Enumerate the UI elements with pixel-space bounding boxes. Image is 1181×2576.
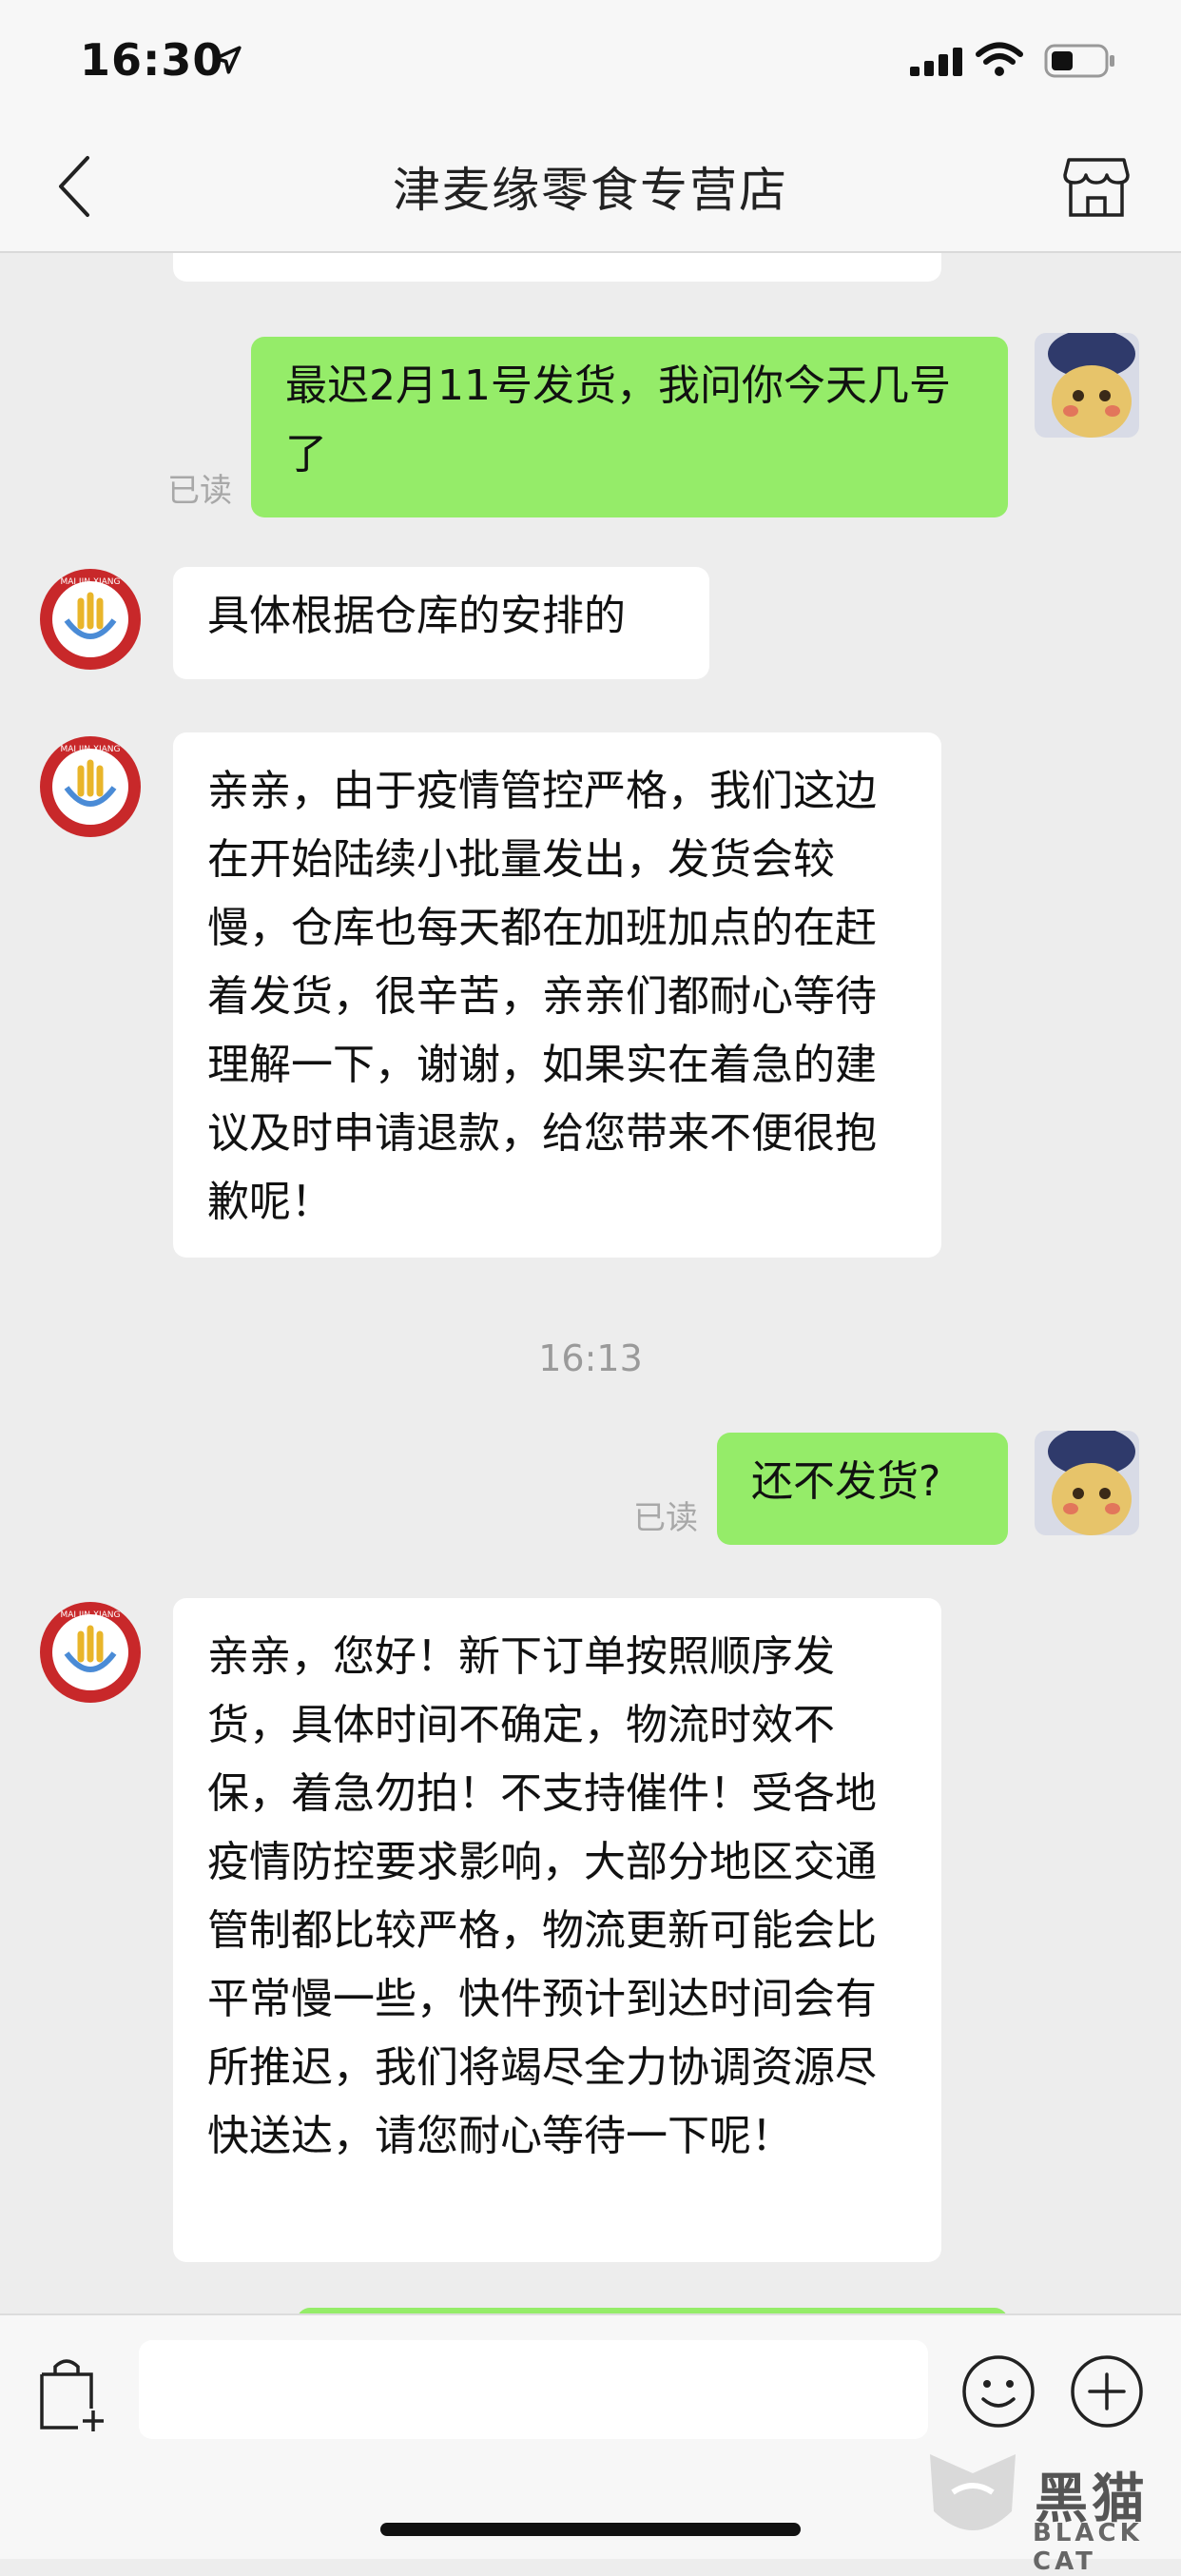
page-title: 津麦缘零食专营店 <box>393 163 788 218</box>
message-text: 亲亲，由于疫情管控严格，我们这边在开始陆续小批量发出，发货会较慢，仓库也每天都在… <box>207 767 877 1226</box>
read-status: 已读 <box>167 472 232 510</box>
timestamp: 16:13 <box>538 1337 643 1379</box>
read-status: 已读 <box>633 1499 698 1537</box>
user-avatar-image <box>1035 1431 1139 1535</box>
shop-avatar[interactable]: MAI JIN XIANG <box>38 734 143 839</box>
signal-icon <box>910 48 962 76</box>
message-bubble-incoming[interactable]: 具体根据仓库的安排的 <box>173 567 709 679</box>
shop-logo-icon: MAI JIN XIANG <box>40 569 141 670</box>
message-bubble-incoming[interactable]: 亲亲，您好！新下订单按照顺序发货，具体时间不确定，物流时效不保，着急勿拍！不支持… <box>173 1598 941 2262</box>
shop-logo-text: MAI JIN XIANG <box>60 1610 120 1620</box>
message-text: 还不发货? <box>751 1457 941 1506</box>
top-bar: 16:30 津麦缘零食专营店 <box>0 0 1181 253</box>
emoji-icon[interactable] <box>960 2353 1036 2430</box>
message-text: 具体根据仓库的安排的 <box>207 592 626 640</box>
user-avatar[interactable] <box>1035 333 1139 438</box>
user-avatar[interactable] <box>1035 1431 1139 1535</box>
shop-avatar[interactable]: MAI JIN XIANG <box>38 1600 143 1705</box>
watermark-subtext: BLACK CAT <box>1033 2519 1143 2576</box>
plus-circle-icon[interactable] <box>1069 2353 1145 2430</box>
storefront-icon[interactable] <box>1063 156 1130 219</box>
user-avatar-image <box>1035 333 1139 438</box>
black-cat-logo-icon <box>930 2454 1016 2530</box>
shopping-bag-plus-icon[interactable] <box>34 2353 110 2433</box>
message-bubble-incoming[interactable]: 亲亲，由于疫情管控严格，我们这边在开始陆续小批量发出，发货会较慢，仓库也每天都在… <box>173 732 941 1258</box>
shop-logo-icon: MAI JIN XIANG <box>40 1602 141 1703</box>
message-bubble-partial <box>173 253 941 282</box>
message-bubble-outgoing[interactable]: 还不发货? <box>717 1433 1008 1545</box>
message-input[interactable] <box>139 2340 928 2439</box>
message-text: 最迟2月11号发货，我问你今天几号了 <box>285 361 951 478</box>
shop-avatar[interactable]: MAI JIN XIANG <box>38 567 143 672</box>
message-text: 亲亲，您好！新下订单按照顺序发货，具体时间不确定，物流时效不保，着急勿拍！不支持… <box>207 1632 877 2160</box>
shop-logo-text: MAI JIN XIANG <box>60 577 120 587</box>
shop-logo-icon: MAI JIN XIANG <box>40 736 141 837</box>
home-indicator[interactable] <box>380 2523 801 2536</box>
status-time: 16:30 <box>80 34 224 86</box>
shop-logo-text: MAI JIN XIANG <box>60 745 120 754</box>
message-bubble-outgoing[interactable]: 最迟2月11号发货，我问你今天几号了 <box>251 337 1008 517</box>
battery-icon <box>1044 44 1114 78</box>
wifi-icon <box>976 42 1023 76</box>
location-arrow-icon <box>213 46 242 74</box>
chat-area[interactable]: 最迟2月11号发货，我问你今天几号了 已读 MAI JIN XIANG 具体根据… <box>0 253 1181 2313</box>
